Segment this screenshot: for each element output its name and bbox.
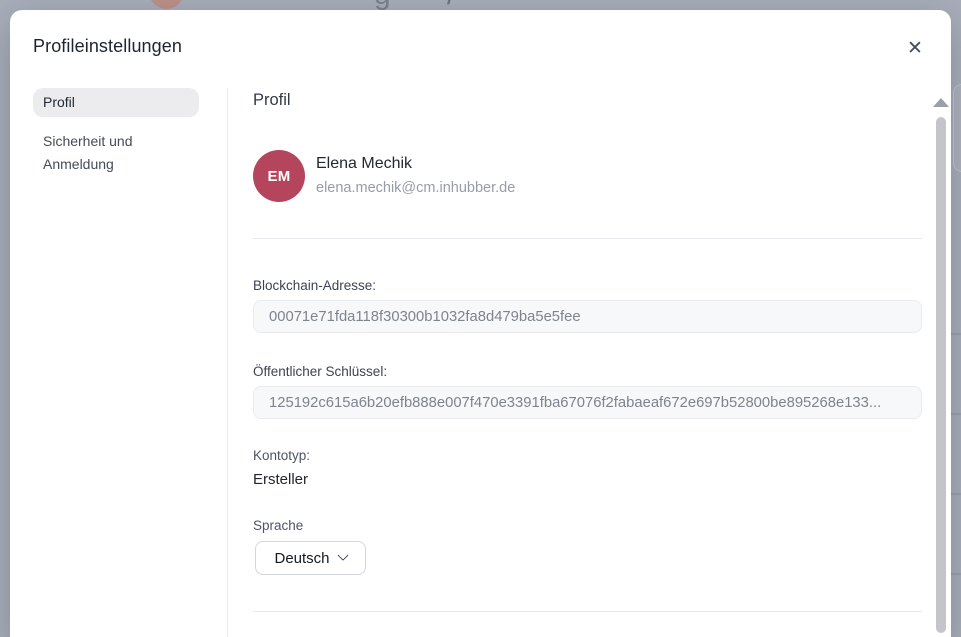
sidebar-item-sicherheit-und-anmeldung[interactable]: Sicherheit und Anmeldung (33, 130, 183, 176)
language-label: Sprache (253, 518, 303, 533)
backdrop-panel-edge-fragment (953, 84, 961, 172)
language-select[interactable]: Deutsch (255, 541, 366, 575)
backdrop-row-lines-fragment (951, 255, 961, 635)
sidebar-divider (227, 88, 228, 637)
public-key-input[interactable] (253, 386, 922, 419)
section-divider (253, 611, 922, 612)
profile-settings-modal: Profileinstellungen ✕ Profil Sicherheit … (10, 10, 951, 637)
scrollbar-thumb[interactable] (936, 117, 946, 633)
sidebar-item-profil[interactable]: Profil (33, 88, 199, 117)
avatar: EM (253, 150, 305, 202)
blockchain-address-label: Blockchain-Adresse: (253, 278, 376, 293)
user-name: Elena Mechik (316, 155, 412, 173)
account-type-value: Ersteller (253, 471, 308, 488)
public-key-label: Öffentlicher Schlüssel: (253, 364, 387, 379)
content-heading: Profil (253, 91, 291, 110)
section-divider (253, 238, 922, 239)
backdrop-avatar-fragment (149, 0, 184, 9)
scroll-up-arrow-icon[interactable] (933, 98, 949, 107)
modal-title: Profileinstellungen (33, 35, 182, 58)
user-email: elena.mechik@cm.inhubber.de (316, 180, 515, 196)
blockchain-address-input[interactable] (253, 300, 922, 333)
screen: g / Profileinstellungen ✕ Profil Sicherh… (0, 0, 961, 637)
language-select-value: Deutsch (274, 550, 329, 567)
close-icon[interactable]: ✕ (901, 34, 929, 62)
account-type-label: Kontotyp: (253, 448, 310, 463)
chevron-down-icon (337, 550, 348, 561)
